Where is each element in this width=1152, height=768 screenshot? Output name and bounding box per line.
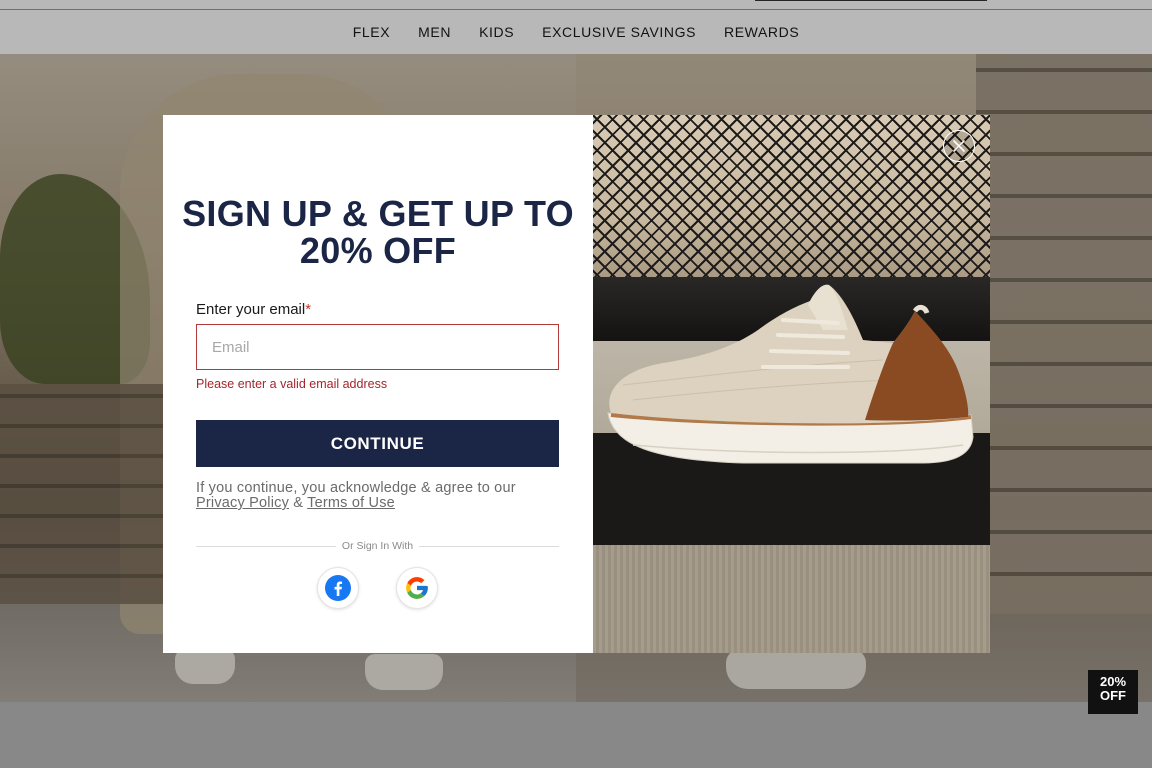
legal-notice: If you continue, you acknowledge & agree… [196, 481, 566, 511]
facebook-icon [325, 575, 351, 601]
badge-percent: 20% [1099, 674, 1127, 689]
close-icon [953, 140, 965, 152]
email-error-message: Please enter a valid email address [196, 377, 388, 391]
facebook-signin-button[interactable] [317, 567, 359, 609]
terms-of-use-link[interactable]: Terms of Use [307, 495, 395, 511]
divider-text: Or Sign In With [341, 540, 414, 552]
privacy-policy-link[interactable]: Privacy Policy [196, 495, 289, 511]
continue-button[interactable]: CONTINUE [196, 420, 559, 467]
signup-form-panel: SIGN UP & GET UP TO 20% OFF Enter your e… [163, 115, 593, 653]
sneaker-image [607, 284, 974, 464]
google-signin-button[interactable] [396, 567, 438, 609]
signup-modal: SIGN UP & GET UP TO 20% OFF Enter your e… [163, 115, 990, 653]
close-button[interactable] [943, 130, 975, 162]
modal-title: SIGN UP & GET UP TO 20% OFF [182, 193, 574, 271]
divider-line [419, 545, 560, 547]
promo-image-panel [593, 115, 990, 653]
legal-text: If you continue, you acknowledge & agree… [196, 480, 516, 496]
email-label: Enter your email* [196, 301, 311, 318]
social-divider: Or Sign In With [196, 539, 560, 553]
email-field[interactable] [196, 324, 559, 370]
badge-off: OFF [1100, 688, 1126, 703]
divider-line [196, 545, 336, 547]
required-marker: * [305, 301, 312, 318]
legal-and: & [293, 495, 304, 511]
discount-badge[interactable]: 20% OFF [1088, 670, 1138, 714]
email-label-text: Enter your email [196, 301, 306, 318]
google-icon [406, 577, 428, 599]
